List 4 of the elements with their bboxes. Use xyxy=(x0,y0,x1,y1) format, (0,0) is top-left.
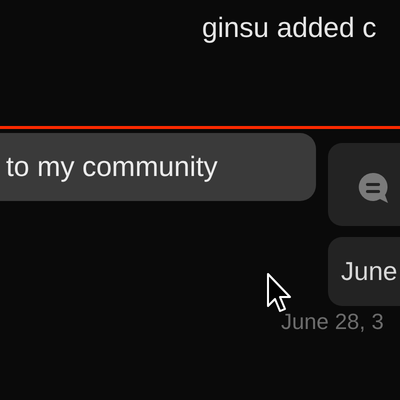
message-bubble: to my community xyxy=(0,133,316,201)
timestamp: June 28, 3 xyxy=(281,308,384,336)
date-card: June xyxy=(328,237,400,306)
notice-text: ginsu added c xyxy=(202,11,376,45)
